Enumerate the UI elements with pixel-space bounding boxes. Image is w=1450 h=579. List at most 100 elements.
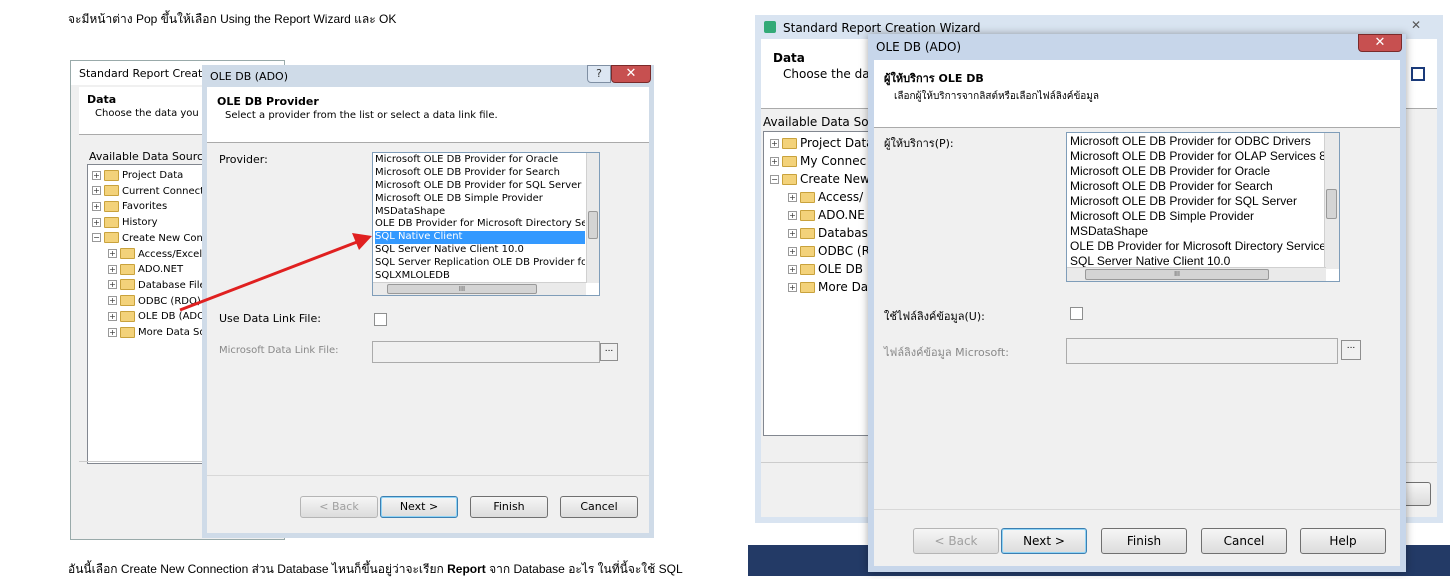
right-back-button[interactable]: < Back: [913, 528, 999, 554]
right-tree-item[interactable]: + Project Data: [770, 136, 874, 150]
expand-toggle-icon[interactable]: +: [788, 265, 797, 274]
provider-item[interactable]: SQL Server Native Client 10.0: [375, 244, 585, 257]
right-tree-item[interactable]: + ODBC (R: [788, 244, 870, 258]
provider-item[interactable]: Microsoft OLE DB Provider for OLAP Servi…: [1070, 149, 1325, 164]
left-finish-button[interactable]: Finish: [470, 496, 548, 518]
right-wizard-hidden-button[interactable]: [1403, 482, 1431, 506]
right-wizard-app-icon: [764, 21, 776, 33]
right-cancel-button[interactable]: Cancel: [1201, 528, 1287, 554]
right-tree-item[interactable]: + More Da: [788, 280, 868, 294]
left-use-link-checkbox[interactable]: [374, 313, 387, 326]
provider-item[interactable]: Microsoft OLE DB Simple Provider: [375, 193, 585, 206]
tree-item-label: Databas: [818, 226, 868, 240]
expand-toggle-icon[interactable]: +: [92, 186, 101, 196]
expand-toggle-icon[interactable]: +: [92, 170, 101, 180]
provider-item[interactable]: SQLXMLOLEDB: [375, 270, 585, 283]
right-datasource-tree[interactable]: + Project Data + My Connec − Create New + Acces…: [763, 131, 874, 436]
left-tree-item[interactable]: + Database Files: [108, 278, 211, 291]
expand-toggle-icon[interactable]: +: [108, 296, 117, 306]
right-tree-item[interactable]: + OLE DB: [788, 262, 863, 276]
right-tree-item[interactable]: + My Connec: [770, 154, 866, 168]
expand-toggle-icon[interactable]: +: [108, 280, 117, 290]
left-back-button[interactable]: < Back: [300, 496, 378, 518]
left-close-button[interactable]: ✕: [611, 65, 651, 83]
right-browse-button[interactable]: ...: [1341, 340, 1361, 360]
left-help-title-button[interactable]: ?: [587, 65, 611, 83]
expand-toggle-icon[interactable]: +: [770, 139, 779, 148]
provider-item[interactable]: Microsoft OLE DB Provider for Oracle: [375, 154, 585, 167]
right-finish-button[interactable]: Finish: [1101, 528, 1187, 554]
right-provider-list[interactable]: Microsoft OLE DB Provider for ODBC Drive…: [1066, 132, 1340, 282]
left-hscroll-thumb[interactable]: III: [387, 284, 537, 294]
expand-toggle-icon[interactable]: +: [788, 247, 797, 256]
left-tree-item[interactable]: + OLE DB (ADO): [108, 309, 209, 322]
provider-item[interactable]: Microsoft OLE DB Provider for SQL Server: [375, 180, 585, 193]
right-provider-vscroll[interactable]: [1324, 133, 1339, 269]
expand-toggle-icon[interactable]: +: [788, 193, 797, 202]
expand-toggle-icon[interactable]: +: [788, 229, 797, 238]
left-cancel-button[interactable]: Cancel: [560, 496, 638, 518]
right-wizard-close-button[interactable]: ✕: [1411, 18, 1421, 32]
left-tree-item[interactable]: + Access/Excel (: [108, 247, 209, 260]
left-browse-button[interactable]: ...: [600, 343, 618, 361]
right-wizard-scroll-indicator: [1411, 67, 1425, 81]
left-next-button[interactable]: Next >: [380, 496, 458, 518]
provider-item[interactable]: OLE DB Provider for Microsoft Directory …: [375, 218, 585, 231]
expand-toggle-icon[interactable]: +: [108, 249, 117, 258]
folder-icon: [782, 138, 797, 149]
provider-item[interactable]: SQL Server Replication OLE DB Provider f…: [375, 257, 585, 270]
left-provider-vscroll[interactable]: [586, 153, 599, 283]
folder-icon: [104, 169, 119, 181]
right-tree-item[interactable]: + Access/: [788, 190, 863, 204]
left-tree-item[interactable]: + History: [92, 215, 158, 228]
left-provider-hscroll[interactable]: III: [373, 282, 586, 295]
folder-icon: [800, 282, 815, 293]
left-tree-item[interactable]: + Favorites: [92, 199, 167, 212]
right-use-link-checkbox[interactable]: [1070, 307, 1083, 320]
expand-toggle-icon[interactable]: +: [92, 201, 101, 211]
expand-toggle-icon[interactable]: +: [108, 327, 117, 337]
folder-icon: [120, 310, 135, 322]
left-tree-item[interactable]: − Create New Conn: [92, 231, 209, 244]
expand-toggle-icon[interactable]: +: [108, 264, 117, 274]
provider-item[interactable]: Microsoft OLE DB Provider for ODBC Drive…: [1070, 134, 1325, 149]
right-tree-item[interactable]: + Databas: [788, 226, 868, 240]
left-oledb-dialog: OLE DB (ADO) ? ✕ OLE DB Provider Select …: [202, 65, 654, 538]
left-tree-item[interactable]: + ODBC (RDO): [108, 294, 201, 307]
provider-item[interactable]: Microsoft OLE DB Provider for Oracle: [1070, 164, 1325, 179]
expand-toggle-icon[interactable]: +: [788, 283, 797, 292]
right-link-file-input[interactable]: [1066, 338, 1338, 364]
right-close-button[interactable]: ✕: [1358, 34, 1402, 52]
left-tree-item[interactable]: + Current Connectio: [92, 184, 213, 197]
provider-item[interactable]: MSDataShape: [375, 206, 585, 219]
right-hscroll-thumb[interactable]: III: [1085, 269, 1269, 280]
provider-item[interactable]: SQL Native Client: [375, 231, 585, 245]
tree-item-label: Favorites: [122, 201, 168, 213]
left-provider-list[interactable]: Microsoft OLE DB Provider for Oracle Micr…: [372, 152, 600, 296]
provider-item[interactable]: Microsoft OLE DB Provider for SQL Server: [1070, 194, 1325, 209]
right-tree-item[interactable]: − Create New: [770, 172, 870, 186]
left-tree-item[interactable]: + ADO.NET: [108, 262, 183, 275]
expand-toggle-icon[interactable]: +: [788, 211, 797, 220]
doc-text-line1: จะมีหน้าต่าง Pop ขึ้นให้เลือก Using the …: [68, 12, 397, 26]
provider-item[interactable]: MSDataShape: [1070, 224, 1325, 239]
expand-toggle-icon[interactable]: −: [770, 175, 779, 184]
folder-icon: [120, 263, 135, 275]
left-tree-item[interactable]: + More Data Sou: [108, 325, 212, 338]
provider-item[interactable]: OLE DB Provider for Microsoft Directory …: [1070, 239, 1325, 254]
left-link-file-input[interactable]: [372, 341, 600, 363]
right-next-button[interactable]: Next >: [1001, 528, 1087, 554]
left-tree-item[interactable]: + Project Data: [92, 168, 183, 181]
expand-toggle-icon[interactable]: +: [92, 217, 101, 227]
folder-icon: [120, 248, 135, 259]
provider-item[interactable]: Microsoft OLE DB Simple Provider: [1070, 209, 1325, 224]
expand-toggle-icon[interactable]: −: [92, 233, 101, 243]
right-tree-item[interactable]: + ADO.NE: [788, 208, 865, 222]
right-oledb-dialog: OLE DB (ADO) ✕ ผู้ให้บริการ OLE DB เลือก…: [868, 34, 1406, 572]
provider-item[interactable]: Microsoft OLE DB Provider for Search: [1070, 179, 1325, 194]
expand-toggle-icon[interactable]: +: [770, 157, 779, 166]
expand-toggle-icon[interactable]: +: [108, 311, 117, 321]
right-provider-hscroll[interactable]: III: [1067, 267, 1326, 281]
provider-item[interactable]: Microsoft OLE DB Provider for Search: [375, 167, 585, 180]
right-help-button[interactable]: Help: [1300, 528, 1386, 554]
